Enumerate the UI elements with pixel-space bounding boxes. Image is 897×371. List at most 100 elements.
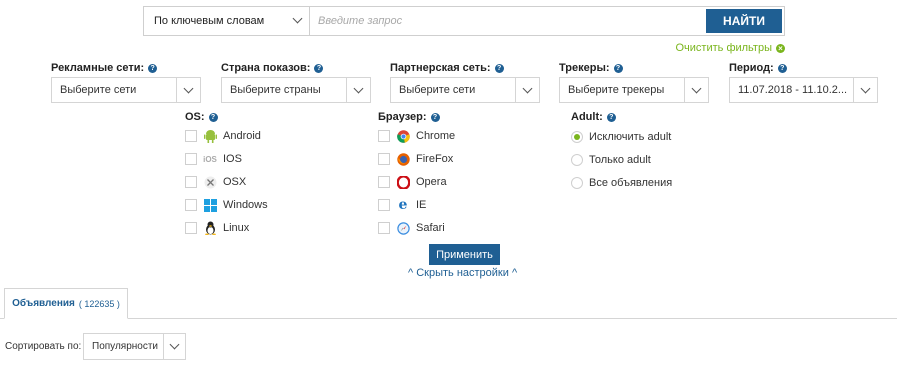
apply-button[interactable]: Применить	[429, 244, 500, 265]
checkbox[interactable]	[185, 130, 197, 142]
checkbox[interactable]	[378, 199, 390, 211]
checkbox[interactable]	[185, 199, 197, 211]
safari-icon	[396, 221, 410, 235]
browser-list: Chrome FireFox Opera e IE Safari	[378, 128, 455, 236]
option-label: Все объявления	[589, 177, 673, 189]
info-icon: ?	[494, 63, 504, 73]
search-mode-select[interactable]: По ключевым словам	[144, 7, 310, 35]
chrome-icon	[396, 129, 410, 143]
radio-button[interactable]	[571, 131, 583, 143]
os-option-linux: Linux	[185, 220, 268, 236]
dropdown-arrow	[163, 334, 185, 359]
os-list: Android iOS IOS OSX Windows Linux	[185, 128, 268, 236]
os-option-ios: iOS IOS	[185, 151, 268, 167]
sort-label-text: Сортировать по:	[5, 341, 82, 352]
chevron-down-icon	[860, 83, 871, 93]
browser-option-opera: Opera	[378, 174, 455, 190]
filter-label-text: Период:	[729, 62, 774, 74]
info-icon: ?	[314, 63, 324, 73]
hide-settings-link[interactable]: ^ Скрыть настройки ^	[408, 267, 517, 279]
option-label: Chrome	[416, 130, 456, 142]
checkbox[interactable]	[378, 176, 390, 188]
chevron-down-icon	[292, 13, 303, 24]
firefox-icon	[396, 152, 410, 166]
option-label: IOS	[223, 153, 242, 165]
close-icon: ×	[776, 43, 785, 53]
tab-ads[interactable]: Объявления ( 122635 )	[4, 288, 128, 319]
opera-icon	[396, 175, 410, 189]
dropdown-arrow	[853, 78, 877, 102]
tab-divider	[0, 318, 897, 319]
checkbox[interactable]	[378, 130, 390, 142]
filter-label-text: Рекламные сети:	[51, 62, 145, 74]
filter-label-trackers: Трекеры:?	[559, 62, 623, 74]
checkbox[interactable]	[185, 222, 197, 234]
clear-filters-label: Очистить фильтры	[675, 42, 773, 54]
ad-networks-select[interactable]: Выберите сети	[51, 77, 201, 103]
tab-count: ( 122635 )	[78, 298, 120, 309]
adult-label: Adult:?	[571, 111, 616, 123]
windows-icon	[203, 198, 217, 212]
android-icon	[203, 129, 217, 143]
browser-option-chrome: Chrome	[378, 128, 455, 144]
os-option-osx: OSX	[185, 174, 268, 190]
info-icon: ?	[208, 112, 218, 122]
clear-filters-link[interactable]: Очистить фильтры ×	[675, 42, 785, 54]
filter-label-text: Партнерская сеть:	[390, 62, 491, 74]
linux-icon	[203, 221, 217, 235]
filter-label-ad-networks: Рекламные сети:?	[51, 62, 158, 74]
filter-label-text: Страна показов:	[221, 62, 311, 74]
checkbox[interactable]	[378, 153, 390, 165]
filter-label-period: Период:?	[729, 62, 787, 74]
browser-label-text: Браузер:	[378, 111, 427, 123]
adult-option-exclude: Исключить adult	[571, 129, 672, 145]
info-icon: ?	[777, 63, 787, 73]
checkbox[interactable]	[378, 222, 390, 234]
ie-icon: e	[398, 197, 408, 213]
filter-label-partner-network: Партнерская сеть:?	[390, 62, 504, 74]
dropdown-arrow	[346, 78, 370, 102]
info-icon: ?	[148, 63, 158, 73]
option-label: FireFox	[416, 153, 454, 165]
ios-icon: iOS	[203, 154, 217, 164]
search-input[interactable]	[310, 7, 704, 35]
chevron-down-icon	[522, 83, 533, 93]
browser-option-firefox: FireFox	[378, 151, 455, 167]
option-label: Linux	[223, 222, 250, 234]
adult-list: Исключить adult Только adult Все объявле…	[571, 129, 672, 191]
browser-option-ie: e IE	[378, 197, 455, 213]
select-value: Выберите трекеры	[568, 84, 665, 96]
search-button[interactable]: НАЙТИ	[706, 9, 782, 33]
filter-label-country: Страна показов:?	[221, 62, 324, 74]
period-select[interactable]: 11.07.2018 - 11.10.2...	[729, 77, 878, 103]
radio-button[interactable]	[571, 154, 583, 166]
select-value: Выберите сети	[60, 84, 137, 96]
partner-network-select[interactable]: Выберите сети	[390, 77, 540, 103]
country-select[interactable]: Выберите страны	[221, 77, 371, 103]
option-label: Windows	[223, 199, 268, 211]
checkbox[interactable]	[185, 176, 197, 188]
select-value: Выберите страны	[230, 84, 321, 96]
browser-label: Браузер:?	[378, 111, 440, 123]
radio-button[interactable]	[571, 177, 583, 189]
info-icon: ?	[430, 112, 440, 122]
os-option-android: Android	[185, 128, 268, 144]
dropdown-arrow	[515, 78, 539, 102]
adult-option-all: Все объявления	[571, 175, 672, 191]
trackers-select[interactable]: Выберите трекеры	[559, 77, 709, 103]
option-label: OSX	[223, 176, 247, 188]
browser-option-safari: Safari	[378, 220, 455, 236]
checkbox[interactable]	[185, 153, 197, 165]
os-option-windows: Windows	[185, 197, 268, 213]
osx-icon	[203, 175, 217, 189]
sort-select[interactable]: Популярности	[83, 333, 186, 360]
chevron-down-icon	[183, 83, 194, 93]
option-label: Safari	[416, 222, 445, 234]
sort-label: Сортировать по:?	[5, 341, 95, 352]
adult-label-text: Adult:	[571, 111, 603, 123]
option-label: Opera	[416, 176, 447, 188]
filter-label-text: Трекеры:	[559, 62, 610, 74]
chevron-down-icon	[169, 339, 180, 350]
select-value: 11.07.2018 - 11.10.2...	[738, 84, 848, 96]
info-icon: ?	[606, 112, 616, 122]
